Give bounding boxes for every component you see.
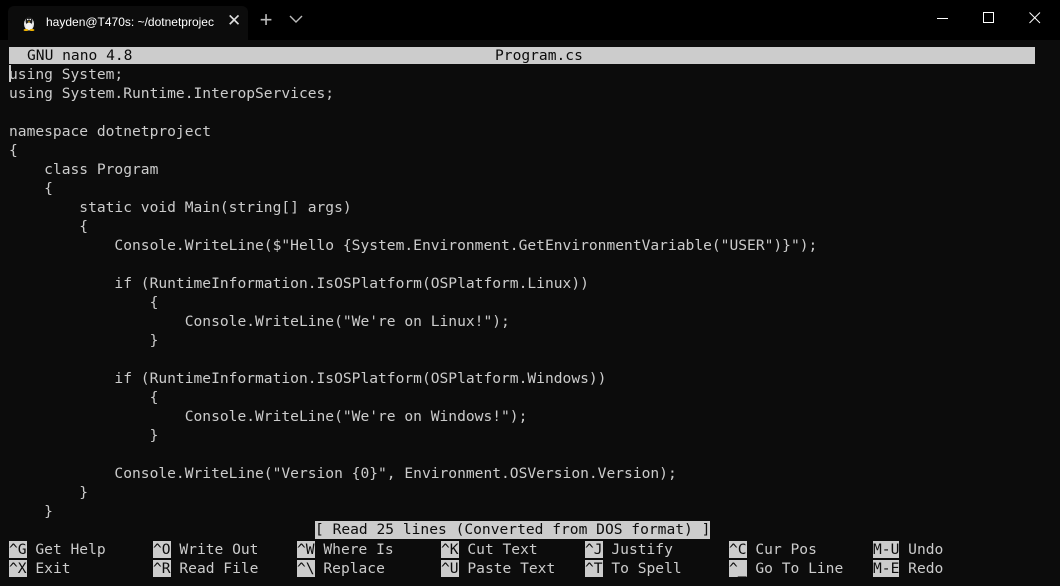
code-line[interactable]: if (RuntimeInformation.IsOSPlatform(OSPl…	[9, 369, 817, 388]
shortcut-label: Justify	[611, 541, 673, 558]
code-line[interactable]: }	[9, 331, 817, 350]
shortcut-item: ^X Exit	[9, 559, 71, 578]
code-line[interactable]: Console.WriteLine("Version {0}", Environ…	[9, 464, 817, 483]
maximize-icon	[983, 12, 994, 23]
terminal-tab[interactable]: hayden@T470s: ~/dotnetprojec ✕	[8, 6, 248, 40]
shortcut-item: ^C Cur Pos	[729, 540, 817, 559]
shortcut-key: M-E	[873, 560, 900, 577]
code-line[interactable]: Console.WriteLine("We're on Windows!");	[9, 407, 817, 426]
nano-header-bar: GNU nano 4.8 Program.cs	[9, 47, 1035, 64]
code-line[interactable]: {	[9, 141, 817, 160]
code-line[interactable]	[9, 350, 817, 369]
shortcut-label: Paste Text	[467, 560, 556, 577]
shortcut-key: ^G	[9, 541, 27, 558]
shortcut-label: Exit	[35, 560, 71, 577]
tab-title: hayden@T470s: ~/dotnetprojec	[46, 15, 214, 29]
chevron-down-icon[interactable]	[289, 13, 303, 25]
shortcut-key: ^X	[9, 560, 27, 577]
code-editor[interactable]: using System; using System.Runtime.Intero…	[9, 65, 817, 521]
shortcut-label: Replace	[323, 560, 385, 577]
code-line[interactable]: {	[9, 388, 817, 407]
shortcut-item: ^W Where Is	[297, 540, 394, 559]
shortcut-item: M-E Redo	[873, 559, 943, 578]
shortcut-item: ^K Cut Text	[441, 540, 538, 559]
code-line[interactable]: {	[9, 179, 817, 198]
code-line[interactable]: static void Main(string[] args)	[9, 198, 817, 217]
shortcut-key: ^C	[729, 541, 747, 558]
code-line[interactable]: using System;	[9, 65, 817, 84]
text-cursor	[9, 65, 11, 82]
minimize-icon	[937, 18, 948, 19]
shortcut-key: ^T	[585, 560, 603, 577]
shortcut-key: ^K	[441, 541, 459, 558]
code-line[interactable]: }	[9, 483, 817, 502]
shortcut-item: ^G Get Help	[9, 540, 106, 559]
tab-close-icon[interactable]: ✕	[227, 11, 241, 31]
code-line[interactable]: {	[9, 217, 817, 236]
nano-filename: Program.cs	[495, 47, 583, 64]
close-window-button[interactable]	[1012, 0, 1058, 36]
shortcut-label: Get Help	[35, 541, 106, 558]
code-line[interactable]: }	[9, 502, 817, 521]
shortcut-item: ^_ Go To Line	[729, 559, 843, 578]
code-line[interactable]: Console.WriteLine($"Hello {System.Enviro…	[9, 236, 817, 255]
code-line[interactable]: class Program	[9, 160, 817, 179]
shortcut-label: Undo	[908, 541, 944, 558]
code-line[interactable]: }	[9, 426, 817, 445]
nano-version: GNU nano 4.8	[27, 47, 133, 64]
close-icon	[1029, 12, 1041, 24]
shortcut-item: ^J Justify	[585, 540, 673, 559]
code-line[interactable]: if (RuntimeInformation.IsOSPlatform(OSPl…	[9, 274, 817, 293]
shortcut-item: ^R Read File	[153, 559, 258, 578]
code-line[interactable]	[9, 445, 817, 464]
shortcut-label: Cur Pos	[755, 541, 817, 558]
shortcut-key: ^J	[585, 541, 603, 558]
terminal-body[interactable]: GNU nano 4.8 Program.cs using System; usi…	[0, 40, 1060, 586]
shortcut-key: ^_	[729, 560, 747, 577]
shortcut-label: To Spell	[611, 560, 682, 577]
shortcut-label: Write Out	[179, 541, 259, 558]
shortcut-item: ^\ Replace	[297, 559, 385, 578]
shortcut-key: M-U	[873, 541, 900, 558]
shortcut-item: ^T To Spell	[585, 559, 682, 578]
shortcut-label: Redo	[908, 560, 944, 577]
nano-status-message: [ Read 25 lines (Converted from DOS form…	[315, 521, 711, 539]
tux-icon	[23, 16, 35, 31]
minimize-button[interactable]	[920, 0, 966, 36]
shortcut-label: Cut Text	[467, 541, 538, 558]
shortcut-item: ^U Paste Text	[441, 559, 555, 578]
shortcut-label: Go To Line	[755, 560, 844, 577]
shortcut-item: M-U Undo	[873, 540, 943, 559]
code-line[interactable]	[9, 103, 817, 122]
shortcut-label: Where Is	[323, 541, 394, 558]
shortcut-key: ^U	[441, 560, 459, 577]
code-line[interactable]: {	[9, 293, 817, 312]
maximize-button[interactable]	[966, 0, 1012, 36]
new-tab-icon[interactable]: +	[255, 6, 277, 34]
code-line[interactable]: using System.Runtime.InteropServices;	[9, 84, 817, 103]
shortcut-item: ^O Write Out	[153, 540, 258, 559]
code-line[interactable]: Console.WriteLine("We're on Linux!");	[9, 312, 817, 331]
code-line[interactable]	[9, 255, 817, 274]
shortcut-key: ^R	[153, 560, 171, 577]
shortcut-key: ^W	[297, 541, 315, 558]
shortcut-key: ^O	[153, 541, 171, 558]
shortcut-key: ^\	[297, 560, 315, 577]
shortcut-label: Read File	[179, 560, 259, 577]
title-bar: hayden@T470s: ~/dotnetprojec ✕ +	[0, 0, 1060, 40]
code-line[interactable]: namespace dotnetproject	[9, 122, 817, 141]
